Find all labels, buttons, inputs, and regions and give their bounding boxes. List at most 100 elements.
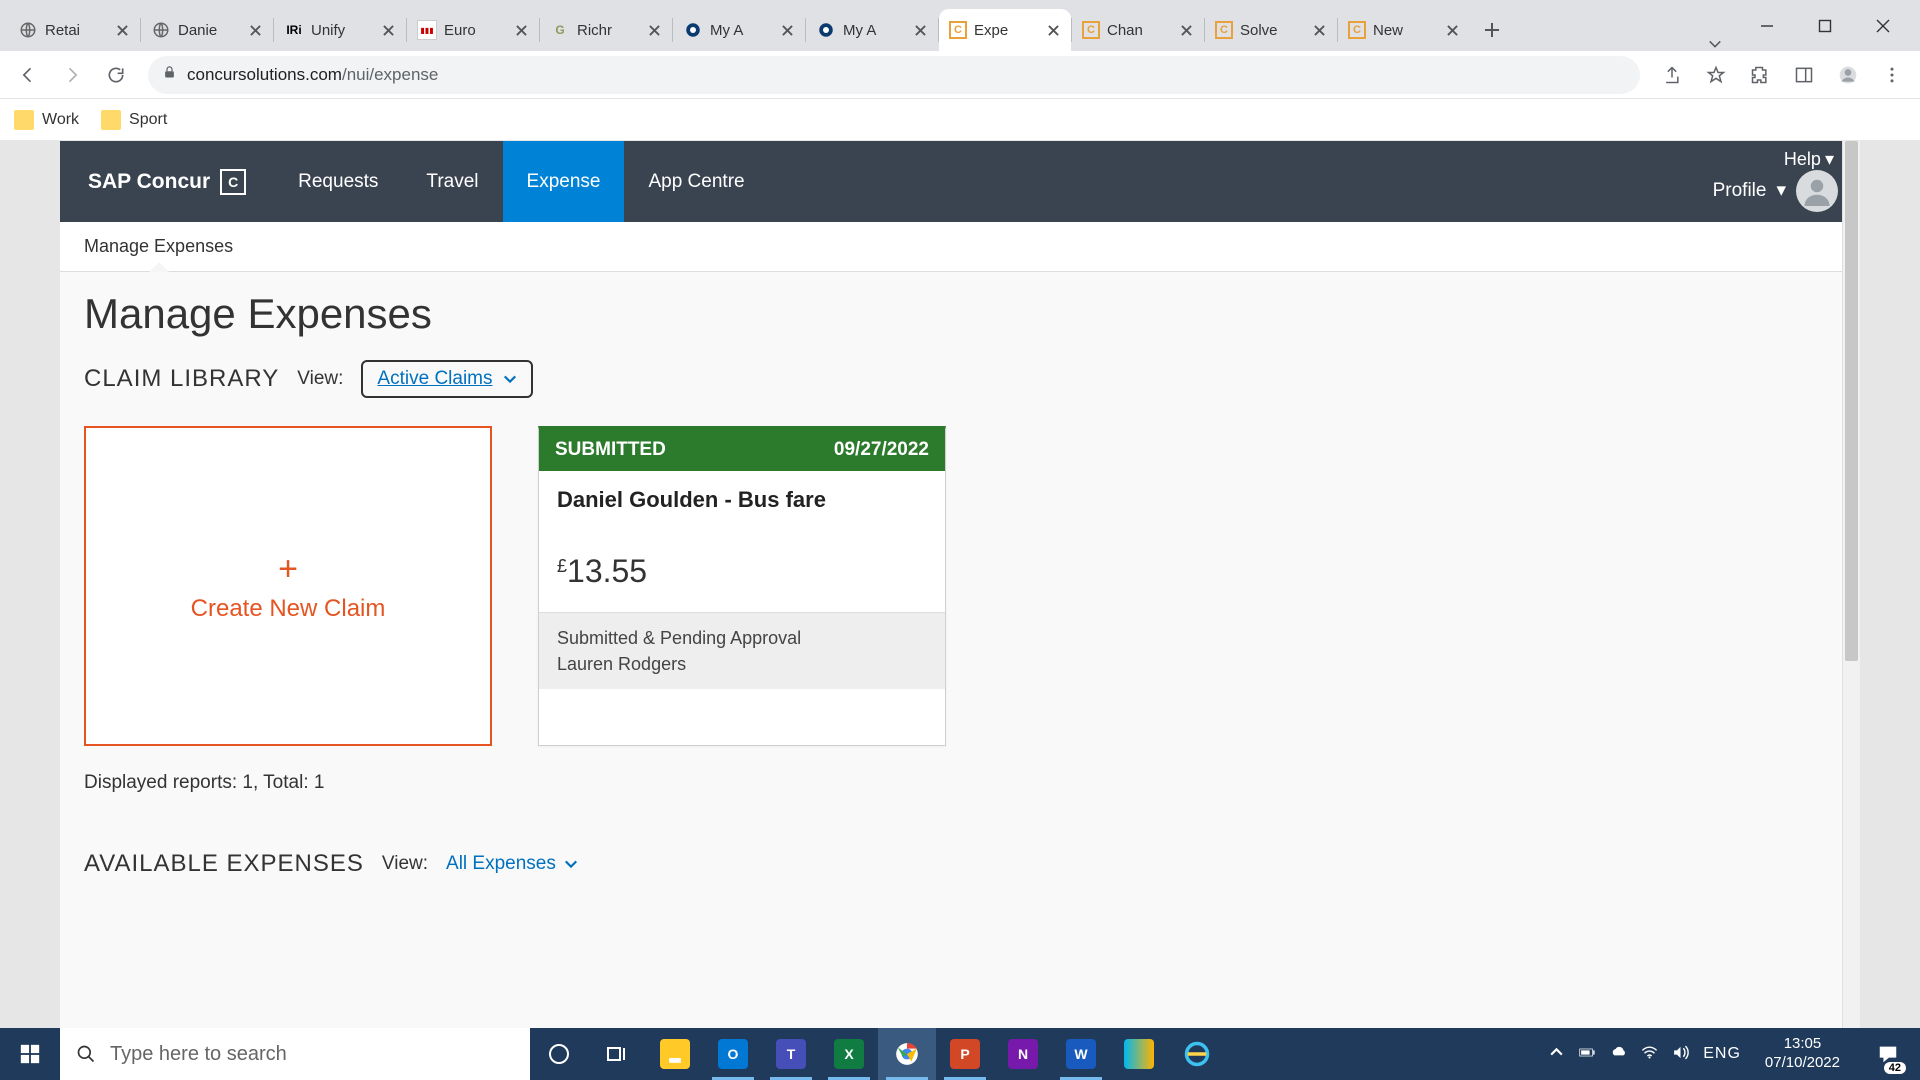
claim-card[interactable]: SUBMITTED 09/27/2022 Daniel Goulden - Bu… (538, 426, 946, 746)
close-icon[interactable] (114, 22, 130, 38)
taskbar-explorer[interactable]: ▂ (646, 1028, 704, 1080)
onedrive-icon[interactable] (1610, 1044, 1627, 1064)
tab-richr[interactable]: G Richr (540, 9, 672, 51)
circle-icon (683, 20, 703, 40)
taskbar-taskview[interactable] (588, 1028, 646, 1080)
bookmark-work[interactable]: Work (14, 110, 79, 130)
taskbar-ie[interactable] (1168, 1028, 1226, 1080)
chevron-down-icon: ▾ (1825, 149, 1834, 170)
taskbar-onenote[interactable]: N (994, 1028, 1052, 1080)
wifi-icon[interactable] (1641, 1044, 1658, 1064)
avatar-icon (1796, 170, 1838, 212)
url-input[interactable]: concursolutions.com/nui/expense (148, 56, 1640, 94)
tab-list-button[interactable] (1692, 37, 1738, 51)
extensions-button[interactable] (1740, 55, 1780, 95)
view-select-active-claims[interactable]: Active Claims (361, 360, 532, 398)
battery-icon[interactable] (1579, 1044, 1596, 1064)
language-indicator[interactable]: ENG (1703, 1045, 1741, 1063)
nav-expense[interactable]: Expense (503, 141, 625, 222)
tab-mya2[interactable]: My A (806, 9, 938, 51)
profile-avatar-button[interactable] (1828, 55, 1868, 95)
minimize-button[interactable] (1738, 6, 1796, 46)
bookmarks-bar: Work Sport (0, 99, 1920, 141)
close-window-button[interactable] (1854, 6, 1912, 46)
new-tab-button[interactable] (1474, 12, 1510, 48)
close-icon[interactable] (1444, 22, 1460, 38)
bookmark-sport[interactable]: Sport (101, 110, 167, 130)
view-select-all-expenses[interactable]: All Expenses (446, 853, 578, 875)
view-select-value: All Expenses (446, 853, 556, 875)
close-icon[interactable] (380, 22, 396, 38)
nav-travel[interactable]: Travel (402, 141, 502, 222)
powerpoint-icon: P (950, 1039, 980, 1069)
taskbar-word[interactable]: W (1052, 1028, 1110, 1080)
iri-icon: IRi (284, 20, 304, 40)
logo-text: SAP Concur (88, 170, 210, 194)
nav-appcentre[interactable]: App Centre (624, 141, 768, 222)
profile-menu[interactable]: Profile ▾ (1713, 170, 1838, 212)
taskbar-clock[interactable]: 13:05 07/10/2022 (1755, 1035, 1850, 1073)
action-center-button[interactable]: 42 (1864, 1028, 1912, 1080)
forward-button[interactable] (52, 55, 92, 95)
address-bar: concursolutions.com/nui/expense (0, 51, 1920, 99)
nav-requests[interactable]: Requests (274, 141, 402, 222)
tabs: Retai Danie IRi Unify ▮▮▮ Euro G Richr M… (8, 0, 1692, 51)
volume-icon[interactable] (1672, 1044, 1689, 1064)
close-icon[interactable] (779, 22, 795, 38)
tab-label: New (1373, 22, 1437, 39)
claim-footer-status: Submitted & Pending Approval (557, 625, 927, 651)
taskbar-teams[interactable]: T (762, 1028, 820, 1080)
taskbar-powerpoint[interactable]: P (936, 1028, 994, 1080)
tab-mya1[interactable]: My A (673, 9, 805, 51)
claim-status: SUBMITTED (555, 439, 666, 461)
close-icon[interactable] (912, 22, 928, 38)
tab-label: Richr (577, 22, 639, 39)
taskbar-excel[interactable]: X (820, 1028, 878, 1080)
tab-expense-active[interactable]: C Expe (939, 9, 1071, 51)
taskbar-cortana[interactable] (530, 1028, 588, 1080)
close-icon[interactable] (1178, 22, 1194, 38)
tab-euro[interactable]: ▮▮▮ Euro (407, 9, 539, 51)
bookmark-label: Sport (129, 111, 167, 129)
tab-retail[interactable]: Retai (8, 9, 140, 51)
teams-icon: T (776, 1039, 806, 1069)
chrome-menu-button[interactable] (1872, 55, 1912, 95)
taskbar-outlook[interactable]: O (704, 1028, 762, 1080)
tab-new[interactable]: C New (1338, 9, 1470, 51)
tab-chan[interactable]: C Chan (1072, 9, 1204, 51)
scrollbar-thumb[interactable] (1845, 141, 1858, 661)
concur-logo[interactable]: SAP Concur C (60, 141, 274, 222)
close-icon[interactable] (1045, 22, 1061, 38)
close-icon[interactable] (513, 22, 529, 38)
sidepanel-button[interactable] (1784, 55, 1824, 95)
circle-icon (816, 20, 836, 40)
claim-library-label: CLAIM LIBRARY (84, 365, 279, 393)
reload-button[interactable] (96, 55, 136, 95)
tray-overflow[interactable] (1548, 1044, 1565, 1064)
taskbar-chrome[interactable] (878, 1028, 936, 1080)
claim-date: 09/27/2022 (834, 439, 929, 461)
system-tray: ENG 13:05 07/10/2022 42 (1540, 1028, 1920, 1080)
close-icon[interactable] (1311, 22, 1327, 38)
back-button[interactable] (8, 55, 48, 95)
tab-label: Unify (311, 22, 373, 39)
help-menu[interactable]: Help▾ (1784, 149, 1834, 170)
tab-unify[interactable]: IRi Unify (274, 9, 406, 51)
taskbar-search[interactable]: Type here to search (60, 1028, 530, 1080)
tab-daniel[interactable]: Danie (141, 9, 273, 51)
chrome-icon (892, 1039, 922, 1069)
start-button[interactable] (0, 1028, 60, 1080)
tab-solve[interactable]: C Solve (1205, 9, 1337, 51)
close-icon[interactable] (646, 22, 662, 38)
taskview-icon (602, 1039, 632, 1069)
concur-logo-icon: C (220, 169, 246, 195)
taskbar-app-generic[interactable] (1110, 1028, 1168, 1080)
share-button[interactable] (1652, 55, 1692, 95)
vertical-scrollbar[interactable] (1842, 141, 1860, 1028)
subnav-manage-expenses[interactable]: Manage Expenses (84, 236, 233, 271)
taskbar-apps: ▂ O T X P N W (530, 1028, 1226, 1080)
maximize-button[interactable] (1796, 6, 1854, 46)
create-new-claim-card[interactable]: + Create New Claim (84, 426, 492, 746)
bookmark-star-button[interactable] (1696, 55, 1736, 95)
close-icon[interactable] (247, 22, 263, 38)
